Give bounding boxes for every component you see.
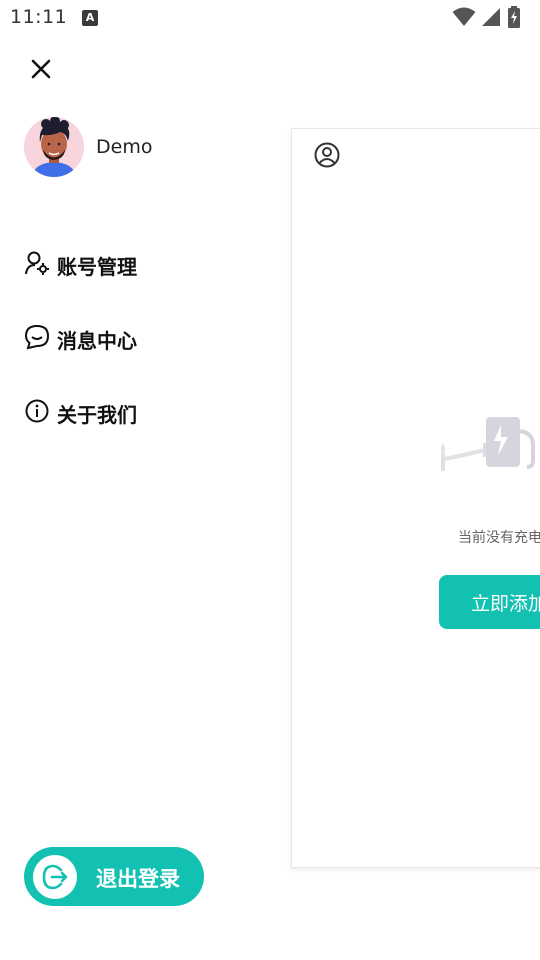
signal-icon xyxy=(482,8,500,26)
close-icon[interactable] xyxy=(26,54,56,84)
logout-icon xyxy=(42,864,68,890)
add-now-label: 立即添加 xyxy=(471,593,540,615)
screen: 11:11 A 当前没有充电 立即添加 Demo 账号管理 消息中心 关于我们 … xyxy=(0,0,540,960)
logout-button[interactable]: 退出登录 xyxy=(24,847,204,906)
menu-item-about[interactable]: 关于我们 xyxy=(24,394,244,430)
add-now-button[interactable]: 立即添加 xyxy=(439,575,540,629)
home-card: 当前没有充电 立即添加 xyxy=(291,128,540,868)
logout-label: 退出登录 xyxy=(96,867,180,891)
menu-label-about: 关于我们 xyxy=(57,403,137,427)
charger-illustration xyxy=(441,417,535,471)
user-circle-icon[interactable] xyxy=(313,141,341,169)
status-time: 11:11 xyxy=(10,6,68,28)
menu-label-account: 账号管理 xyxy=(57,255,137,279)
info-icon xyxy=(25,399,49,423)
status-icons xyxy=(452,6,532,28)
battery-icon xyxy=(508,6,520,28)
avatar-illustration xyxy=(24,117,84,177)
logout-icon-badge xyxy=(33,855,77,899)
empty-state-text: 当前没有充电 xyxy=(458,530,540,546)
menu-item-messages[interactable]: 消息中心 xyxy=(24,320,244,356)
menu-item-account[interactable]: 账号管理 xyxy=(24,246,244,282)
status-bar: 11:11 A xyxy=(0,0,540,36)
notification-a-icon: A xyxy=(82,10,98,26)
user-settings-icon xyxy=(25,251,49,275)
message-icon xyxy=(24,324,50,350)
menu-label-messages: 消息中心 xyxy=(57,329,137,353)
username[interactable]: Demo xyxy=(96,136,152,158)
wifi-icon xyxy=(452,7,476,26)
avatar[interactable] xyxy=(24,117,84,177)
